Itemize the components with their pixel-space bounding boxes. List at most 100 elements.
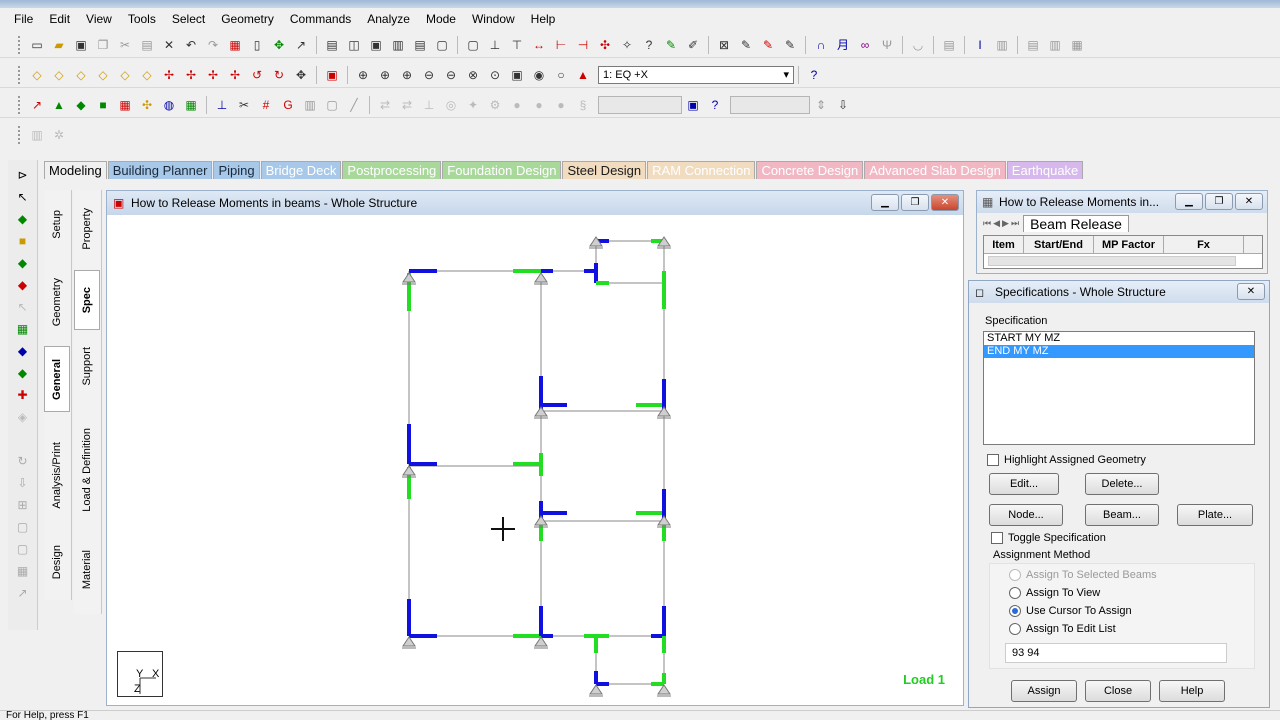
specification-list[interactable]: START MY MZ END MY MZ [983,331,1255,445]
disabled-graph-icon[interactable]: ✲ [49,125,69,145]
highlight-checkbox[interactable]: Highlight Assigned Geometry [987,454,1146,466]
select-nodes-icon[interactable]: ⊳ [12,165,34,185]
stretch-icon[interactable]: ▥ [300,95,320,115]
toggle-spec-checkbox[interactable]: Toggle Specification [991,532,1106,544]
printer-icon[interactable]: ▤ [410,35,430,55]
menu-window[interactable]: Window [464,12,523,26]
disabled-dropdown[interactable] [598,95,682,114]
view-top-icon[interactable]: ◇ [137,65,157,85]
rotate-left-icon[interactable]: ✢ [203,65,223,85]
menu-edit[interactable]: Edit [41,12,78,26]
support-node[interactable] [589,684,603,697]
display-icon[interactable]: ▣ [322,65,342,85]
menu-mode[interactable]: Mode [418,12,464,26]
horizontal-scrollbar[interactable] [988,256,1236,266]
mode-tab-concrete-design[interactable]: Concrete Design [756,161,864,179]
menu-commands[interactable]: Commands [282,12,359,26]
redo-icon[interactable]: ↷ [203,35,223,55]
copy-view-icon[interactable]: ▢ [12,517,34,537]
link-icon[interactable]: ∞ [855,35,875,55]
select-plate-icon[interactable]: ◆ [71,95,91,115]
mode-tab-steel-design[interactable]: Steel Design [562,161,647,179]
disabled-tool-7-icon[interactable]: ● [507,95,527,115]
select-grid-icon[interactable]: ▦ [181,95,201,115]
mode-tab-postprocessing[interactable]: Postprocessing [342,161,442,179]
new-file-icon[interactable]: ▭ [27,35,47,55]
load-case-dropdown[interactable]: 1: EQ +X ▾ [598,65,794,84]
column-icon[interactable]: ▤ [939,35,959,55]
select-misc-icon[interactable]: ◈ [12,407,34,427]
tab-property[interactable]: Property [74,196,100,262]
mode-tab-piping[interactable]: Piping [213,161,260,179]
rotate-geometry-icon[interactable]: G [278,95,298,115]
tab-geometry[interactable]: Geometry [44,262,70,342]
add-node-icon[interactable]: ✚ [12,385,34,405]
select-node-icon[interactable]: ▲ [49,95,69,115]
copy-icon[interactable]: ❐ [93,35,113,55]
pointer-view-icon[interactable]: ↗ [12,583,34,603]
print-icon[interactable]: ▦ [225,35,245,55]
help-button[interactable]: Help [1159,680,1225,702]
cut-icon[interactable]: ✂ [115,35,135,55]
translational-repeat-icon[interactable]: ⊥ [212,95,232,115]
disabled-value-field[interactable] [730,95,810,114]
support-node[interactable] [534,272,548,285]
spinner-icon[interactable]: ⇕ [811,95,831,115]
nav-first-icon[interactable]: ⏮ [983,218,991,229]
panel-restore-button[interactable]: ❐ [1205,193,1233,210]
export-icon[interactable]: ▢ [432,35,452,55]
measure-icon[interactable]: ⊢ [551,35,571,55]
support-node[interactable] [402,636,416,649]
disabled-tool-9-icon[interactable]: ● [551,95,571,115]
radio-assign-edit-list[interactable]: Assign To Edit List [1009,623,1116,635]
disabled-tool-8-icon[interactable]: ● [529,95,549,115]
tab-setup[interactable]: Setup [44,194,70,254]
mode-tab-ram-connection[interactable]: RAM Connection [647,161,756,179]
info-icon[interactable]: ? [705,95,725,115]
report-icon[interactable]: ▥ [388,35,408,55]
rotate-up-icon[interactable]: ✢ [159,65,179,85]
select-geometry-tool-icon[interactable]: ◆ [12,275,34,295]
edit-list-field[interactable]: 93 94 [1005,643,1227,663]
select-beam-icon[interactable]: ↗ [27,95,47,115]
tab-load-definition[interactable]: Load & Definition [74,420,100,520]
symbols-icon[interactable]: ▲ [573,65,593,85]
tab-beam-release[interactable]: Beam Release [1023,215,1129,232]
bowl-icon[interactable]: ◡ [908,35,928,55]
zoom-extents-icon[interactable]: ⊕ [397,65,417,85]
pan-icon[interactable]: ✥ [291,65,311,85]
mode-tab-earthquake[interactable]: Earthquake [1006,161,1084,179]
new-view-icon[interactable]: ▣ [507,65,527,85]
panel-minimize-button[interactable]: ▁ [1175,193,1203,210]
select-solids-icon[interactable]: ■ [12,231,34,251]
support-node[interactable] [657,684,671,697]
view-left-icon[interactable]: ◇ [93,65,113,85]
col-item[interactable]: Item [984,236,1024,253]
model-canvas[interactable]: Y X Z Load 1 [111,217,959,703]
beam-tool-icon[interactable]: ⊤ [507,35,527,55]
section-icon[interactable]: ▥ [992,35,1012,55]
structure-drawing[interactable] [111,217,959,703]
circular-repeat-icon[interactable]: ✂ [234,95,254,115]
disabled-tool-2-icon[interactable]: ⇄ [397,95,417,115]
support-node[interactable] [534,406,548,419]
select-geometry-icon[interactable]: ✣ [137,95,157,115]
brush-icon[interactable]: ✎ [736,35,756,55]
angle-icon[interactable]: ⊣ [573,35,593,55]
rotate-right-icon[interactable]: ✢ [225,65,245,85]
support-node[interactable] [402,465,416,478]
nav-prev-icon[interactable]: ◀ [993,218,1000,229]
frame-view-icon[interactable]: ▢ [12,539,34,559]
spec-item-start[interactable]: START MY MZ [984,332,1254,345]
tab-analysis-print[interactable]: Analysis/Print [44,430,70,520]
spin-right-icon[interactable]: ↻ [269,65,289,85]
node-button[interactable]: Node... [989,504,1063,526]
view-back-icon[interactable]: ◇ [71,65,91,85]
view-iso-icon[interactable]: ◇ [27,65,47,85]
open-file-icon[interactable]: ▰ [49,35,69,55]
spin-left-icon[interactable]: ↺ [247,65,267,85]
zoom-window-icon[interactable]: ⊕ [375,65,395,85]
support-node[interactable] [534,636,548,649]
insert-node-icon[interactable]: ╱ [344,95,364,115]
panel-close-button[interactable]: ✕ [1235,193,1263,210]
